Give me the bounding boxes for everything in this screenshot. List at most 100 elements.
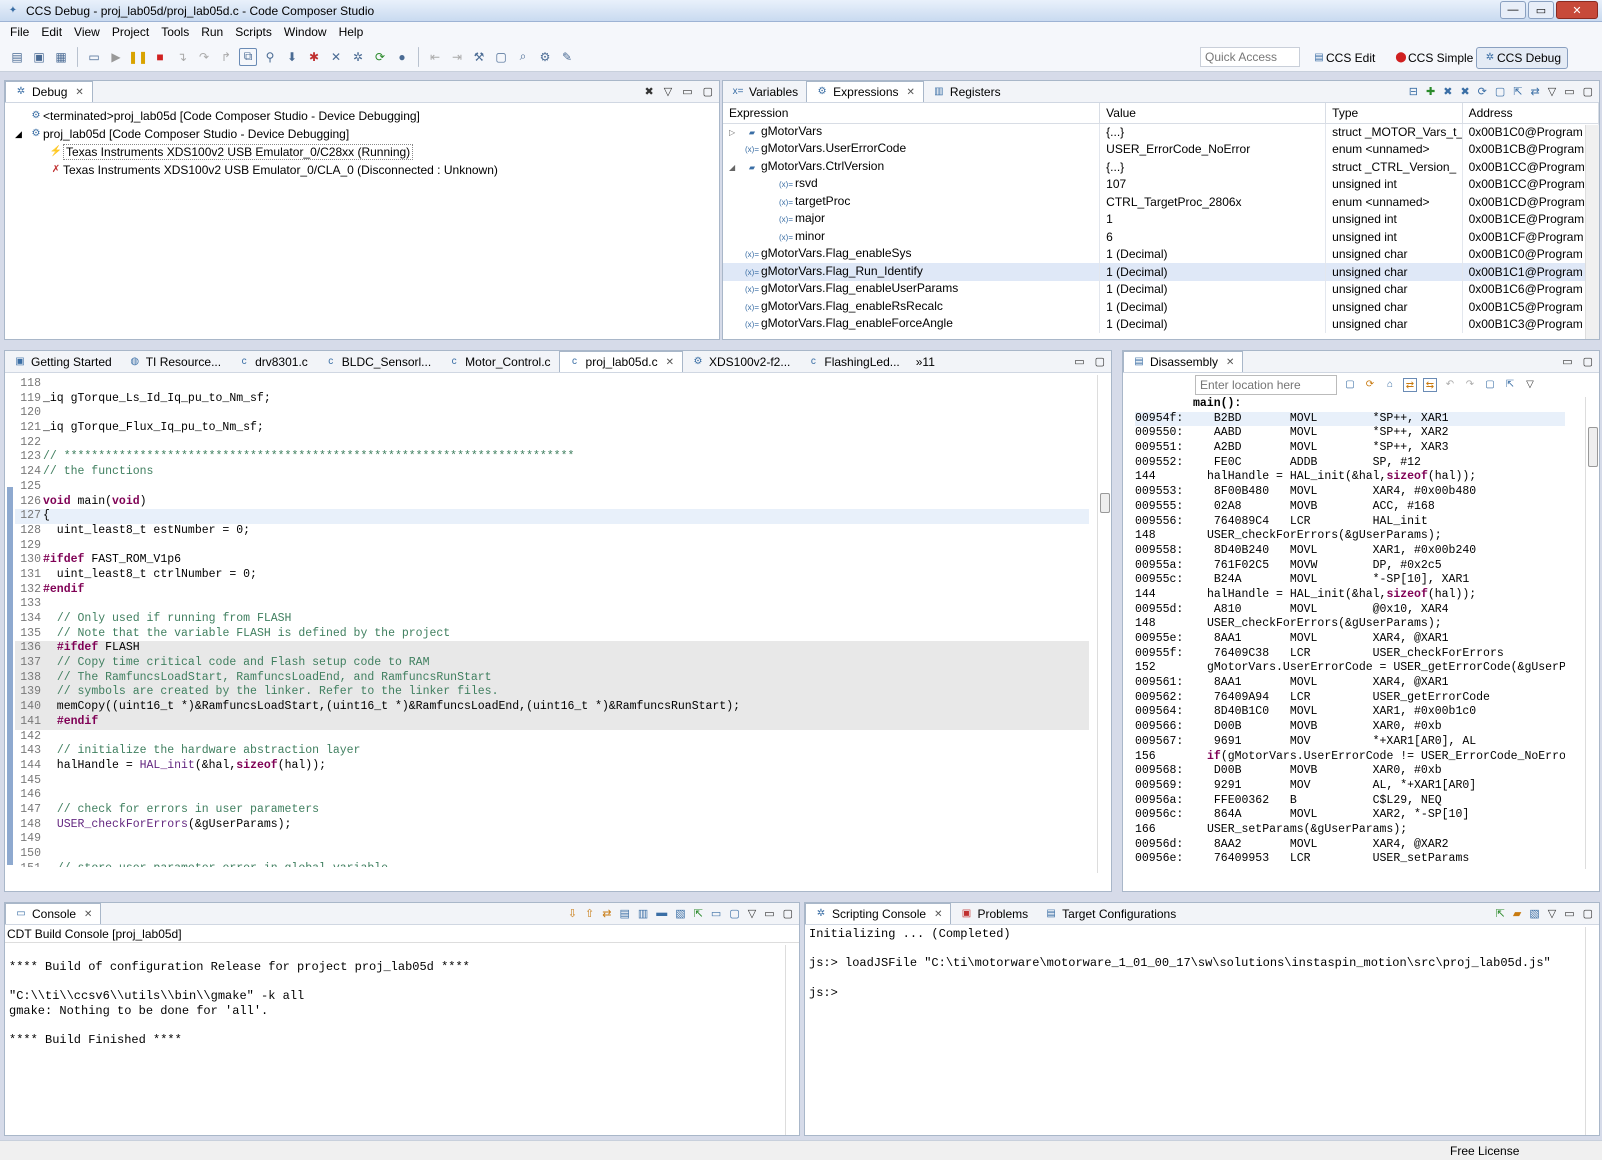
- vertical-scrollbar[interactable]: [1585, 125, 1599, 339]
- expand-icon[interactable]: ◢: [15, 129, 29, 140]
- code-line[interactable]: 122: [15, 436, 1089, 451]
- pin-icon[interactable]: ⇱: [694, 907, 703, 920]
- type-cell[interactable]: unsigned int: [1325, 175, 1463, 193]
- remove-all-icon[interactable]: ✖: [1460, 85, 1469, 98]
- menu-run[interactable]: Run: [195, 25, 229, 39]
- minimize-icon[interactable]: ▭: [1564, 907, 1574, 920]
- expression-cell[interactable]: (x)= gMotorVars.Flag_enableSys: [723, 245, 1101, 263]
- address-cell[interactable]: 0x00B1C0@Program: [1462, 123, 1599, 141]
- type-cell[interactable]: unsigned char: [1325, 245, 1463, 263]
- resume-icon[interactable]: ▶: [107, 48, 125, 66]
- table-row[interactable]: (x)= rsvd 107 unsigned int 0x00B1CC@Program: [723, 175, 1599, 193]
- table-row[interactable]: (x)= gMotorVars.Flag_enableUserParams 1 (D…: [723, 280, 1599, 298]
- terminate-icon[interactable]: ■: [151, 48, 169, 66]
- value-cell[interactable]: 1 (Decimal): [1099, 245, 1327, 263]
- code-line[interactable]: 134 // Only used if running from FLASH: [15, 612, 1089, 627]
- expand-icon[interactable]: ◢: [729, 163, 743, 172]
- code-line[interactable]: 135 // Note that the variable FLASH is d…: [15, 627, 1089, 642]
- remove-terminated-icon[interactable]: ✖: [645, 85, 654, 98]
- back-icon[interactable]: ↶: [1443, 378, 1457, 392]
- maximize-button[interactable]: ▭: [1528, 1, 1554, 19]
- disassembly-line[interactable]: 009561: 8AA1 MOVL XAR4, @XAR1: [1135, 676, 1565, 691]
- disassembly-listing[interactable]: main(): 00954f: B2BD MOVL *SP++, XAR1 0095…: [1135, 397, 1565, 863]
- value-cell[interactable]: 6: [1099, 228, 1327, 246]
- tab-variables[interactable]: x= Variables: [723, 81, 806, 102]
- view-menu-icon[interactable]: ▽: [1548, 907, 1556, 920]
- menu-help[interactable]: Help: [333, 25, 370, 39]
- close-icon[interactable]: ✕: [907, 87, 915, 98]
- tab-scripting-console[interactable]: ✲ Scripting Console ✕: [805, 903, 952, 924]
- save-all-icon[interactable]: ▦: [52, 48, 70, 66]
- type-cell[interactable]: unsigned char: [1325, 280, 1463, 298]
- sync-icon[interactable]: ⇄: [1403, 378, 1417, 392]
- code-line[interactable]: 133: [15, 597, 1089, 612]
- tab-motor-control[interactable]: c Motor_Control.c: [439, 351, 558, 372]
- disassembly-line[interactable]: 144 halHandle = HAL_init(&hal,sizeof(hal)…: [1135, 470, 1565, 485]
- code-line[interactable]: 121 _iq gTorque_Flux_Iq_pu_to_Nm_sf;: [15, 421, 1089, 436]
- address-cell[interactable]: 0x00B1C5@Program: [1462, 298, 1599, 316]
- table-row[interactable]: (x)= gMotorVars.Flag_enableSys 1 (Decimal)…: [723, 245, 1599, 263]
- scroll-thumb[interactable]: [1588, 427, 1598, 467]
- expression-cell[interactable]: ◢ ▰ gMotorVars.CtrlVersion: [723, 158, 1101, 176]
- expression-cell[interactable]: (x)= gMotorVars.Flag_Run_Identify: [723, 263, 1101, 281]
- clear-icon[interactable]: ▧: [675, 907, 685, 920]
- load-program-icon[interactable]: ⬇: [283, 48, 301, 66]
- code-line[interactable]: 136 #ifdef FLASH: [15, 641, 1089, 657]
- close-icon[interactable]: ✕: [75, 87, 83, 98]
- tab-target-configurations[interactable]: ▤ Target Configurations: [1036, 903, 1184, 924]
- address-cell[interactable]: 0x00B1C0@Program: [1462, 245, 1599, 263]
- tab-xds100v2[interactable]: ⚙ XDS100v2-f2...: [683, 351, 798, 372]
- tree-item[interactable]: ✗ Texas Instruments XDS100v2 USB Emulator…: [5, 161, 719, 179]
- table-row[interactable]: (x)= targetProc CTRL_TargetProc_2806x enum …: [723, 193, 1599, 211]
- vertical-scrollbar[interactable]: [1585, 927, 1599, 1135]
- address-cell[interactable]: 0x00B1C6@Program: [1462, 280, 1599, 298]
- sync-icon[interactable]: ⇄: [1531, 85, 1540, 98]
- scroll-thumb[interactable]: [1100, 493, 1110, 513]
- disassembly-line[interactable]: 00956e: 76409953 LCR USER_setParams: [1135, 852, 1565, 863]
- arrow-down-icon[interactable]: ⇩: [568, 907, 577, 920]
- code-line[interactable]: 143 // initialize the hardware abstracti…: [15, 744, 1089, 759]
- table-row[interactable]: ◢ ▰ gMotorVars.CtrlVersion {...} struct _CTR…: [723, 158, 1599, 176]
- address-cell[interactable]: 0x00B1CC@Program: [1462, 158, 1599, 176]
- column-header[interactable]: Value: [1099, 103, 1327, 124]
- disassembly-line[interactable]: 00956a: FFE00362 B C$L29, NEQ: [1135, 794, 1565, 809]
- minimize-button[interactable]: —: [1500, 1, 1526, 19]
- code-line[interactable]: 124// the functions: [15, 465, 1089, 480]
- minimize-icon[interactable]: ▭: [1564, 85, 1574, 98]
- value-cell[interactable]: 1 (Decimal): [1099, 280, 1327, 298]
- address-cell[interactable]: 0x00B1CE@Program: [1462, 210, 1599, 228]
- value-cell[interactable]: {...}: [1099, 123, 1327, 141]
- value-cell[interactable]: {...}: [1099, 158, 1327, 176]
- value-cell[interactable]: CTRL_TargetProc_2806x: [1099, 193, 1327, 211]
- table-row[interactable]: (x)= gMotorVars.Flag_enableForceAngle 1 (D…: [723, 315, 1599, 333]
- disassembly-line[interactable]: 00956d: 8AA2 MOVL XAR4, @XAR2: [1135, 838, 1565, 853]
- table-row[interactable]: (x)= gMotorVars.Flag_Run_Identify 1 (Decim…: [723, 263, 1599, 281]
- type-cell[interactable]: unsigned int: [1325, 228, 1463, 246]
- perspective-ccs-simple[interactable]: ⬤ CCS Simple: [1388, 47, 1479, 69]
- tab-ti-resource[interactable]: ◍ TI Resource...: [120, 351, 229, 372]
- code-line[interactable]: 148 USER_checkForErrors(&gUserParams);: [15, 818, 1089, 833]
- expression-cell[interactable]: (x)= minor: [723, 228, 1101, 246]
- tab-problems[interactable]: ▣ Problems: [951, 903, 1036, 924]
- tree-item[interactable]: ◢ ⚙ proj_lab05d [Code Composer Studio - De…: [5, 125, 719, 143]
- table-row[interactable]: (x)= gMotorVars.UserErrorCode USER_ErrorCo…: [723, 140, 1599, 158]
- menu-tools[interactable]: Tools: [155, 25, 195, 39]
- link-icon[interactable]: ⇆: [1423, 378, 1437, 392]
- code-line[interactable]: 146: [15, 788, 1089, 803]
- disassembly-line[interactable]: 009566: D00B MOVB XAR0, #0xb: [1135, 720, 1565, 735]
- home-icon[interactable]: ⌂: [1383, 378, 1397, 392]
- license-status[interactable]: Free License: [1450, 1144, 1519, 1158]
- value-cell[interactable]: 1 (Decimal): [1099, 263, 1327, 281]
- disassembly-line[interactable]: 009556: 764089C4 LCR HAL_init: [1135, 515, 1565, 530]
- type-cell[interactable]: unsigned char: [1325, 315, 1463, 333]
- close-icon[interactable]: ✕: [934, 909, 942, 920]
- code-line[interactable]: 125: [15, 480, 1089, 495]
- address-cell[interactable]: 0x00B1C1@Program: [1462, 263, 1599, 281]
- console-output[interactable]: **** Build of configuration Release for …: [5, 945, 785, 1048]
- menu-window[interactable]: Window: [278, 25, 333, 39]
- copy-icon[interactable]: ▤: [619, 907, 629, 920]
- code-line[interactable]: 144 halHandle = HAL_init(&hal,sizeof(hal…: [15, 759, 1089, 774]
- code-line[interactable]: 140 memCopy((uint16_t *)&RamfuncsLoadSta…: [15, 700, 1089, 715]
- instruction-step-icon[interactable]: ⧉: [239, 47, 257, 66]
- disassembly-line[interactable]: 144 halHandle = HAL_init(&hal,sizeof(hal)…: [1135, 588, 1565, 603]
